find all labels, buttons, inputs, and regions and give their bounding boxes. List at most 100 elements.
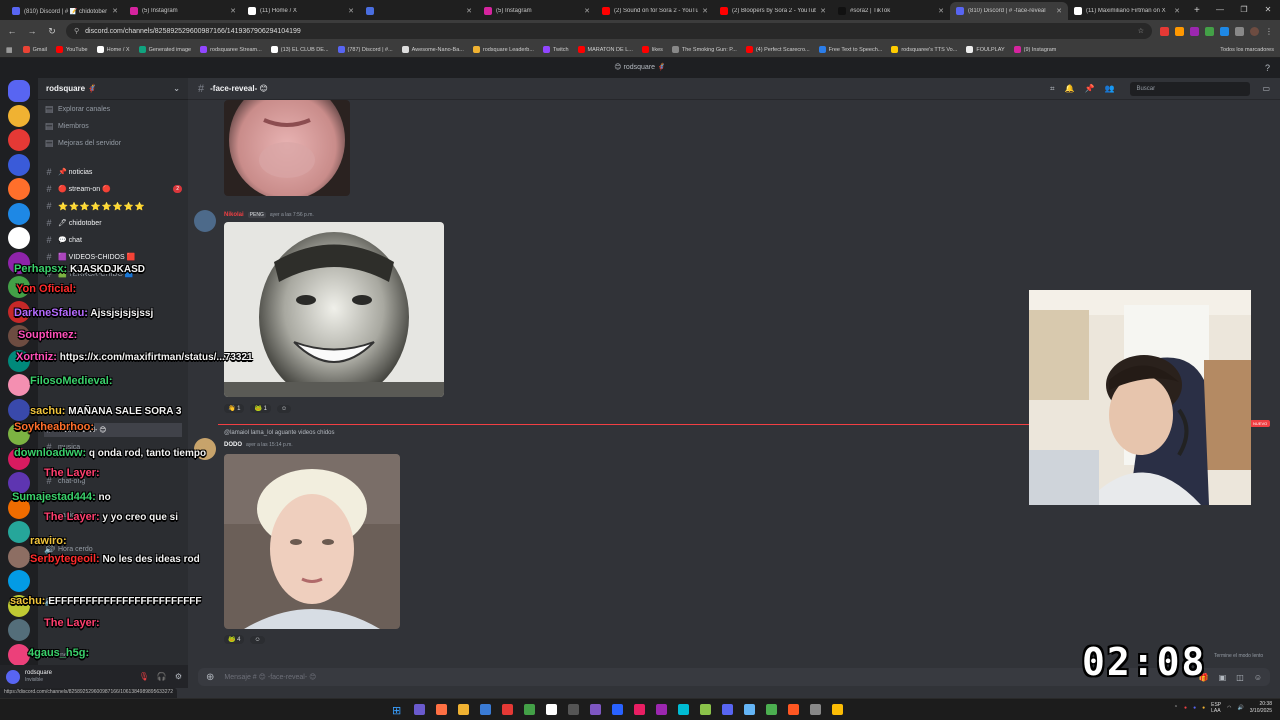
bookmark-item[interactable]: MARATON DE L... <box>577 46 633 53</box>
taskbar-app-icon[interactable] <box>766 704 777 715</box>
tab-close-icon[interactable]: ✕ <box>702 7 708 15</box>
sidebar-nav-item[interactable]: ▤ Mejoras del servidor <box>44 136 182 150</box>
add-reaction-icon[interactable]: ☺ <box>276 404 292 413</box>
taskbar-app-icon[interactable] <box>568 704 579 715</box>
tray-app-icon[interactable]: ● <box>1193 705 1196 711</box>
new-tab-button[interactable]: + <box>1194 5 1200 16</box>
tab-close-icon[interactable]: ✕ <box>938 7 944 15</box>
bookmark-item[interactable]: Awesome-Nano-Ba... <box>401 46 464 53</box>
server-icon[interactable] <box>8 153 30 176</box>
taskbar-app-icon[interactable] <box>502 704 513 715</box>
tab-close-icon[interactable]: ✕ <box>1174 7 1180 15</box>
all-bookmarks-link[interactable]: Todos los marcadores <box>1220 47 1274 53</box>
maximize-icon[interactable]: ❐ <box>1232 0 1256 20</box>
taskbar-app-icon[interactable] <box>612 704 623 715</box>
taskbar-app-icon[interactable] <box>656 704 667 715</box>
tab-close-icon[interactable]: ✕ <box>348 7 354 15</box>
message-author[interactable]: Nikolai <box>224 212 244 218</box>
taskbar-app-icon[interactable] <box>436 704 447 715</box>
tab-close-icon[interactable]: ✕ <box>112 7 118 15</box>
minimize-icon[interactable]: — <box>1208 0 1232 20</box>
address-bar[interactable]: ⚲ discord.com/channels/82589252960098716… <box>66 23 1152 39</box>
bookmark-item[interactable]: rodsquaree Stream... <box>200 46 262 53</box>
taskbar-app-icon[interactable] <box>458 704 469 715</box>
taskbar-app-icon[interactable] <box>810 704 821 715</box>
tray-chevron-icon[interactable]: ⌃ <box>1174 705 1178 711</box>
bookmark-star-icon[interactable]: ☆ <box>1138 27 1144 35</box>
text-channel[interactable]: # 🖊 chidotober <box>44 216 182 230</box>
tray-app-icon[interactable]: ● <box>1184 705 1187 711</box>
taskbar-app-icon[interactable] <box>678 704 689 715</box>
text-channel[interactable]: # 💬 chat <box>44 233 182 247</box>
browser-tab[interactable]: (810) Discord | # 📝 chidotober ✕ <box>6 2 124 20</box>
message-image[interactable] <box>224 100 350 196</box>
browser-tab[interactable]: (11) Maximiliano Firtman on X ✕ <box>1068 2 1186 20</box>
back-icon[interactable]: ← <box>6 26 18 36</box>
taskbar-app-icon[interactable] <box>700 704 711 715</box>
server-icon[interactable] <box>8 178 30 200</box>
extension-icon[interactable] <box>1190 26 1199 36</box>
bookmark-item[interactable]: (4) Perfect Scarecro... <box>745 46 810 53</box>
bookmark-item[interactable]: Free Text to Speech... <box>818 46 882 53</box>
help-icon[interactable]: ? <box>1265 58 1270 78</box>
bookmark-item[interactable]: Home / X <box>96 46 130 53</box>
profile-avatar[interactable] <box>1250 26 1259 36</box>
wifi-icon[interactable]: ◠ <box>1227 705 1231 711</box>
text-channel[interactable]: # ⭐⭐⭐⭐⭐⭐⭐⭐ <box>44 199 182 213</box>
bookmark-item[interactable]: (13) EL CLUB DE... <box>270 46 329 53</box>
browser-tab[interactable]: (2) Bloopers by Sora 2 - YouTube ✕ <box>714 2 832 20</box>
taskbar-app-icon[interactable] <box>722 704 733 715</box>
site-info-icon[interactable]: ⚲ <box>74 27 79 35</box>
server-icon[interactable] <box>8 202 30 225</box>
tab-close-icon[interactable]: ✕ <box>466 7 472 15</box>
bookmark-item[interactable]: Gmail <box>22 46 47 53</box>
chevron-down-icon[interactable]: ⌄ <box>173 84 180 93</box>
tray-app-icon[interactable]: ● <box>1202 705 1205 711</box>
server-icon[interactable] <box>8 104 30 127</box>
threads-icon[interactable]: ⌗ <box>1050 84 1055 94</box>
sticker-icon[interactable]: ◫ <box>1236 673 1244 682</box>
bookmark-item[interactable]: rodsquare Leaderb... <box>472 46 534 53</box>
bookmark-item[interactable]: Twitch <box>542 46 569 53</box>
taskbar-app-icon[interactable] <box>546 704 557 715</box>
browser-tab[interactable]: (5) Instagram ✕ <box>478 2 596 20</box>
avatar[interactable] <box>194 210 216 232</box>
browser-tab[interactable]: (2) Sound on for Sora 2 - YouTube ✕ <box>596 2 714 20</box>
browser-tab[interactable]: ✕ <box>360 2 478 20</box>
tab-close-icon[interactable]: ✕ <box>820 7 826 15</box>
extension-icon[interactable] <box>1160 26 1169 36</box>
emoji-icon[interactable]: ☺ <box>1254 673 1262 682</box>
server-icon[interactable] <box>8 227 30 249</box>
system-clock[interactable]: 20:38 3/10/2025 <box>1250 701 1272 715</box>
browser-tab[interactable]: #sora2 | TikTok ✕ <box>832 2 950 20</box>
server-header[interactable]: rodsquare 🦸 ⌄ <box>38 78 188 100</box>
volume-icon[interactable]: 🔊 <box>1238 705 1244 711</box>
extension-icon[interactable] <box>1175 26 1184 36</box>
taskbar-app-icon[interactable] <box>634 704 645 715</box>
inbox-icon[interactable]: ▭ <box>1262 84 1270 93</box>
extension-icon[interactable] <box>1205 26 1214 36</box>
bookmark-item[interactable]: FOULPLAY <box>966 46 1005 53</box>
bookmark-item[interactable]: (787) Discord | #... <box>337 46 393 53</box>
browser-tab[interactable]: (5) Instagram ✕ <box>124 2 242 20</box>
windows-start-icon[interactable]: ⊞ <box>392 704 403 717</box>
bookmark-item[interactable]: likes <box>641 46 663 53</box>
bookmark-item[interactable]: rodsquaree's TTS Vo... <box>891 46 957 53</box>
taskbar-app-icon[interactable] <box>744 704 755 715</box>
server-icon[interactable] <box>8 129 30 151</box>
bookmark-item[interactable]: The Smoking Gun: P... <box>671 46 737 53</box>
members-icon[interactable]: 👥 <box>1104 84 1114 94</box>
pin-icon[interactable]: 📌 <box>1085 84 1095 94</box>
taskbar-app-icon[interactable] <box>480 704 491 715</box>
gif-icon[interactable]: ▣ <box>1219 673 1227 682</box>
taskbar-app-icon[interactable] <box>832 704 843 715</box>
bookmark-item[interactable]: (9) Instagram <box>1013 46 1056 53</box>
reload-icon[interactable]: ↻ <box>46 26 58 37</box>
sidebar-nav-item[interactable]: ▤ Explorar canales <box>44 102 182 116</box>
apps-grid-icon[interactable]: ▦ <box>6 46 13 54</box>
close-icon[interactable]: ✕ <box>1256 0 1280 20</box>
notification-bell-icon[interactable]: 🔔 <box>1065 84 1075 94</box>
browser-tab[interactable]: (11) Home / X ✕ <box>242 2 360 20</box>
forward-icon[interactable]: → <box>26 26 38 36</box>
tab-close-icon[interactable]: ✕ <box>230 7 236 15</box>
